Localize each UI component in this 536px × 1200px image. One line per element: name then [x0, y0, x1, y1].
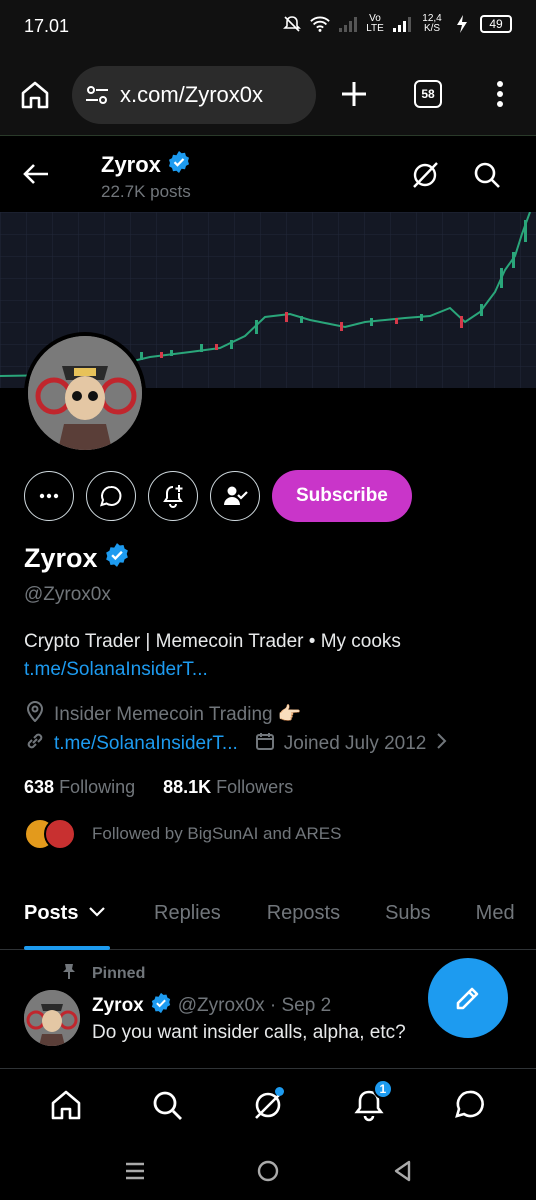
profile-website[interactable]: t.me/SolanaInsiderT...	[54, 733, 238, 755]
verified-badge-icon	[167, 150, 191, 180]
site-settings-icon[interactable]	[84, 82, 110, 108]
browser-home-icon[interactable]	[18, 78, 52, 112]
person-check-icon	[224, 486, 248, 505]
profile-tabs: Posts Replies Reposts Subs Med	[0, 880, 536, 950]
pin-icon	[60, 962, 78, 985]
verified-badge-icon	[150, 992, 172, 1020]
status-time: 17.01	[24, 16, 70, 36]
recents-icon[interactable]	[122, 1158, 148, 1184]
tab-replies[interactable]: Replies	[154, 880, 221, 950]
system-back-icon[interactable]	[390, 1158, 416, 1184]
following-stat[interactable]: 638 Following	[24, 777, 135, 798]
profile-name-row: Zyrox	[24, 542, 130, 575]
following-button[interactable]	[210, 471, 260, 521]
profile-display-name: Zyrox	[24, 543, 98, 573]
browser-toolbar: x.com/Zyrox0x 58	[0, 52, 536, 136]
message-bubble-icon	[100, 485, 122, 507]
bio-link[interactable]: t.me/SolanaInsiderT...	[24, 656, 524, 684]
tab-subs[interactable]: Subs	[385, 880, 431, 950]
notifications-badge: 1	[372, 1078, 393, 1099]
profile-bio: Crypto Trader | Memecoin Trader • My coo…	[24, 628, 524, 684]
grok-unread-dot	[274, 1086, 284, 1096]
system-home-icon[interactable]	[255, 1158, 281, 1184]
pinned-label: Pinned	[92, 964, 146, 982]
system-navigation	[0, 1140, 536, 1200]
nav-search-icon[interactable]	[147, 1085, 187, 1125]
post-header: Zyrox @Zyrox0x · Sep 2	[92, 992, 331, 1020]
bottom-navigation: 1	[0, 1068, 536, 1140]
followers-stat[interactable]: 88.1K Followers	[163, 777, 293, 798]
bell-plus-icon	[163, 485, 183, 508]
speed-label: 12,4 K/S	[422, 13, 442, 34]
subscribe-button[interactable]: Subscribe	[272, 470, 412, 522]
post-author-name[interactable]: Zyrox	[92, 995, 144, 1017]
tab-reposts[interactable]: Reposts	[267, 880, 340, 950]
profile-links-row: t.me/SolanaInsiderT... Joined July 2012	[24, 730, 450, 758]
signal-icon	[392, 14, 412, 34]
profile-location-row: Insider Memecoin Trading 👉🏻	[24, 700, 302, 728]
signal-icon	[338, 14, 358, 34]
verified-badge-icon	[104, 542, 130, 575]
mute-icon	[282, 14, 302, 34]
tab-posts[interactable]: Posts	[24, 880, 110, 950]
profile-location: Insider Memecoin Trading 👉🏻	[54, 704, 302, 725]
follower-avatars	[24, 818, 76, 850]
status-icons: Vo LTE 12,4 K/S 49	[282, 14, 512, 34]
profile-header: Zyrox 22.7K posts	[0, 136, 536, 212]
volte-label: Vo LTE	[366, 13, 384, 34]
tab-media[interactable]: Med	[476, 880, 515, 950]
header-name-row: Zyrox	[101, 150, 191, 180]
avatar-image	[28, 336, 142, 450]
post-author-avatar[interactable]	[24, 990, 80, 1046]
back-arrow-icon[interactable]	[22, 160, 50, 188]
compose-post-button[interactable]	[428, 958, 508, 1038]
link-icon	[24, 730, 46, 758]
chevron-right-icon[interactable]	[434, 730, 450, 758]
followed-by-text: Followed by BigSunAI and ARES	[92, 824, 342, 843]
header-name: Zyrox	[101, 152, 161, 177]
tab-switcher-button[interactable]: 58	[414, 80, 442, 108]
followed-by-row[interactable]: Followed by BigSunAI and ARES	[24, 818, 341, 850]
nav-home-icon[interactable]	[46, 1085, 86, 1125]
profile-actions: Subscribe	[24, 470, 412, 522]
more-options-button[interactable]	[24, 471, 74, 521]
post-handle-time: @Zyrox0x · Sep 2	[177, 995, 332, 1016]
profile-joined: Joined July 2012	[283, 733, 427, 754]
browser-menu-icon[interactable]	[488, 78, 512, 110]
calendar-icon	[254, 730, 276, 758]
more-dots-icon	[39, 493, 59, 499]
address-bar[interactable]: x.com/Zyrox0x	[72, 66, 316, 124]
location-pin-icon	[24, 700, 46, 728]
grok-icon[interactable]	[410, 160, 440, 190]
chevron-down-icon	[89, 907, 105, 917]
notifications-button[interactable]	[148, 471, 198, 521]
pinned-label-row: Pinned	[60, 962, 145, 985]
bio-text: Crypto Trader | Memecoin Trader • My coo…	[24, 631, 401, 652]
compose-pen-icon	[456, 987, 479, 1010]
new-tab-icon[interactable]	[338, 78, 370, 110]
search-icon[interactable]	[472, 160, 502, 190]
nav-messages-icon[interactable]	[450, 1085, 490, 1125]
wifi-icon	[310, 14, 330, 34]
header-post-count: 22.7K posts	[101, 182, 191, 201]
active-tab-indicator	[24, 946, 110, 950]
profile-handle: @Zyrox0x	[24, 584, 111, 605]
follower-avatar	[44, 818, 76, 850]
message-button[interactable]	[86, 471, 136, 521]
charging-icon	[452, 14, 472, 34]
avatar-image	[24, 990, 80, 1046]
post-text: Do you want insider calls, alpha, etc?	[92, 1022, 406, 1043]
address-url[interactable]: x.com/Zyrox0x	[120, 82, 263, 108]
status-bar: 17.01 Vo LTE 12,4 K/S 49	[0, 0, 536, 52]
profile-stats: 638 Following 88.1K Followers	[24, 777, 293, 798]
battery-icon: 49	[480, 15, 512, 33]
profile-avatar[interactable]	[24, 332, 146, 454]
nav-notifications-icon[interactable]: 1	[349, 1078, 393, 1125]
nav-grok-icon[interactable]	[248, 1085, 288, 1125]
